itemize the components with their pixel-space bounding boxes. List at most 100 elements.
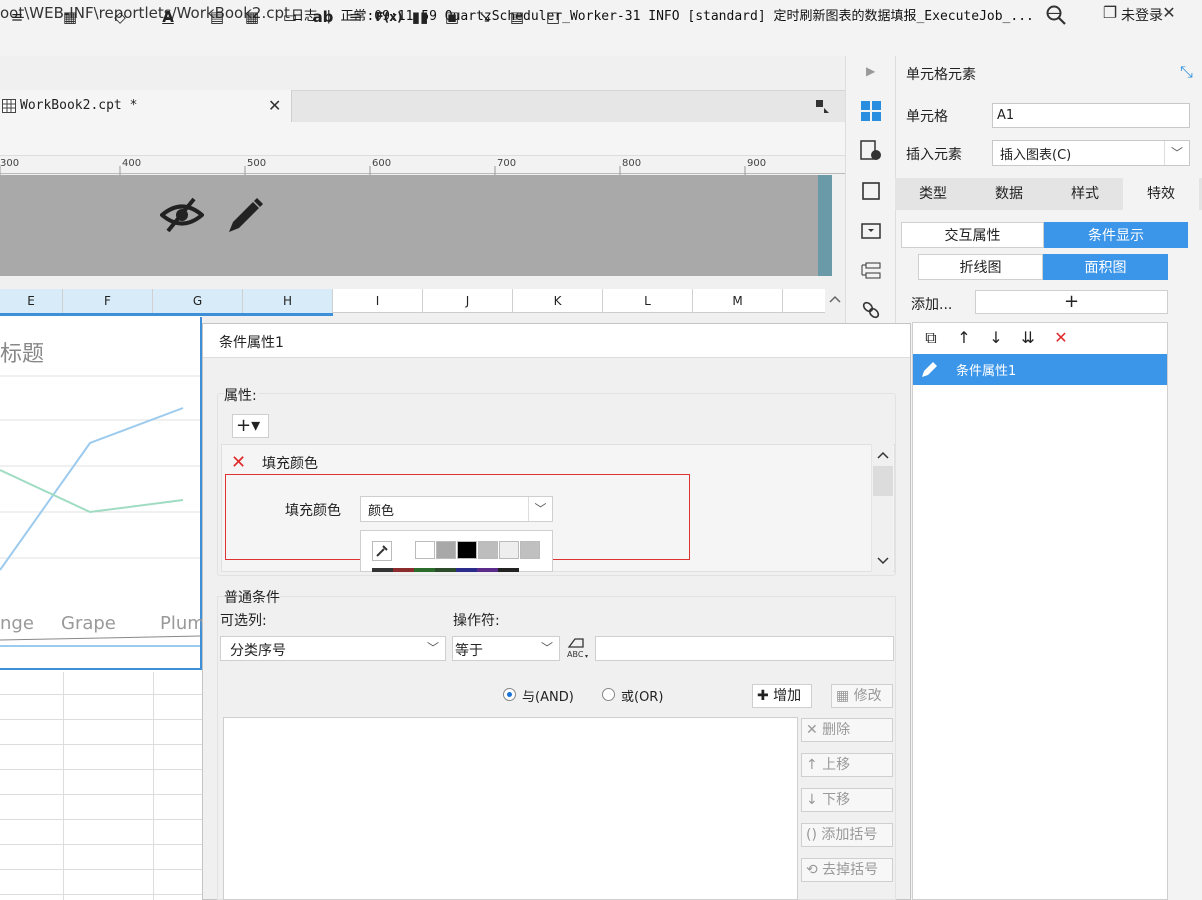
chevron-down-icon[interactable]: ﹀	[1164, 141, 1189, 165]
scroll-up-icon[interactable]	[825, 289, 845, 309]
sort-down-icon[interactable]: ⇊	[1018, 328, 1038, 348]
eye-off-icon[interactable]	[160, 196, 204, 234]
column-header-g[interactable]: G	[153, 289, 243, 313]
grid-row-line	[0, 719, 202, 720]
border-icon[interactable]: ▦	[50, 6, 90, 28]
move-down-button[interactable]: ↓ 下移	[801, 788, 893, 812]
remove-attribute-icon[interactable]: ✕	[231, 452, 246, 473]
align-icon[interactable]: ≡	[0, 6, 34, 28]
value-type-icon[interactable]: ABC	[565, 635, 591, 661]
link-icon[interactable]	[860, 298, 882, 320]
eyedropper-icon[interactable]	[372, 541, 392, 561]
subtab-condition-display[interactable]: 条件显示	[1044, 222, 1188, 248]
workbook-icon	[2, 99, 16, 113]
column-header-m[interactable]: M	[693, 289, 783, 313]
ruler-ticks	[0, 166, 746, 175]
delete-button[interactable]: ✕ 删除	[801, 718, 893, 742]
search-icon[interactable]	[1045, 4, 1067, 26]
tab-menu-icon[interactable]	[814, 98, 830, 114]
condition-expression-area[interactable]	[223, 717, 798, 900]
or-label[interactable]: 或(OR)	[621, 686, 663, 705]
column-header-i[interactable]: I	[333, 289, 423, 313]
list-item[interactable]	[913, 354, 1167, 385]
grid-row-line	[0, 844, 202, 845]
cell-border-icon[interactable]: □	[538, 6, 568, 28]
table-icon[interactable]: ▦	[240, 6, 264, 28]
text-icon[interactable]: ab	[310, 6, 336, 28]
chevron-down-icon[interactable]: ﹀	[421, 637, 445, 660]
chevron-down-icon[interactable]: ﹀	[528, 497, 552, 521]
scroll-arrows-icon[interactable]	[872, 444, 894, 572]
tab-style[interactable]: 样式	[1047, 178, 1123, 210]
report-header-area	[0, 175, 832, 276]
arrow-down-icon[interactable]: ↓	[986, 328, 1006, 348]
formula-icon[interactable]: F(x)	[374, 6, 404, 28]
font-color-icon[interactable]: A	[148, 6, 188, 28]
condition-value-input[interactable]	[595, 636, 894, 661]
merge-cells-icon[interactable]: ▤	[205, 6, 229, 28]
tab-area-chart[interactable]: 面积图	[1043, 254, 1168, 280]
attribute-scrollbar[interactable]	[871, 444, 893, 572]
widget-icon[interactable]	[860, 220, 882, 242]
color-swatch-light-gray[interactable]	[478, 541, 498, 559]
delete-icon[interactable]: ✕	[1051, 328, 1071, 348]
grid-row-line	[0, 769, 202, 770]
color-swatch-gray[interactable]	[436, 541, 456, 559]
grid-col-line	[63, 672, 64, 900]
add-condition-button[interactable]: +	[975, 290, 1168, 314]
list-item-label: 条件属性1	[956, 364, 1017, 379]
modify-button[interactable]: ▦ 修改	[831, 684, 893, 708]
column-header-f[interactable]: F	[63, 289, 153, 313]
color-swatch-lighter-gray[interactable]	[499, 541, 519, 559]
tab-data[interactable]: 数据	[971, 178, 1047, 210]
chevron-down-icon[interactable]: ﹀	[535, 637, 559, 660]
dock-arrow-icon[interactable]: ⤡	[1180, 62, 1193, 82]
chart-icon[interactable]: ▮▮	[408, 6, 432, 28]
column-header-k[interactable]: K	[513, 289, 603, 313]
add-bracket-button[interactable]: () 添加括号	[801, 823, 893, 847]
document-tab[interactable]: WorkBook2.cpt * ✕	[0, 90, 292, 122]
column-header-j[interactable]: J	[423, 289, 513, 313]
attribute-group-label: 属性:	[224, 385, 259, 405]
textbox-icon[interactable]: ▭	[278, 6, 302, 28]
color-swatch-black[interactable]	[457, 541, 477, 559]
tab-effects[interactable]: 特效	[1123, 178, 1199, 210]
add-button[interactable]: ✚ 增加	[752, 684, 812, 708]
column-header-l[interactable]: L	[603, 289, 693, 313]
copy-icon[interactable]: ⧉	[921, 328, 941, 348]
and-label[interactable]: 与(AND)	[522, 686, 574, 705]
tab-line-chart[interactable]: 折线图	[918, 254, 1043, 280]
tab-close-button[interactable]: ✕	[268, 96, 281, 115]
subtab-interaction[interactable]: 交互属性	[901, 222, 1044, 248]
frame-icon[interactable]	[860, 180, 882, 202]
move-up-button[interactable]: ↑ 上移	[801, 753, 893, 777]
grid-row-line	[0, 794, 202, 795]
tab-type[interactable]: 类型	[895, 178, 971, 210]
sub-report-icon[interactable]: ▤	[505, 6, 529, 28]
paragraph-icon[interactable]: ≡	[343, 6, 367, 28]
color-swatch-silver[interactable]	[520, 541, 540, 559]
column-header-h[interactable]: H	[243, 289, 333, 313]
pencil-icon[interactable]	[225, 196, 265, 236]
hierarchy-icon[interactable]	[860, 260, 882, 282]
cell-field[interactable]: A1	[992, 103, 1190, 128]
chart-title[interactable]: 标题	[0, 336, 44, 368]
fill-bucket-icon[interactable]: ◇	[100, 6, 140, 28]
cell-element-icon[interactable]	[860, 100, 882, 122]
arrow-up-icon[interactable]: ↑	[954, 328, 974, 348]
or-radio[interactable]	[602, 688, 615, 701]
remove-bracket-button[interactable]: ⟲ 去掉括号	[801, 858, 893, 882]
chart-x-label: nge	[0, 613, 34, 634]
add-attribute-menu[interactable]: +▾	[232, 414, 269, 438]
cell-attribute-icon[interactable]	[860, 140, 882, 162]
grid-col-line	[153, 672, 154, 900]
color-swatch-white[interactable]	[415, 541, 435, 559]
collapse-arrow-icon[interactable]: ▶	[866, 64, 875, 78]
login-link[interactable]: 未登录	[1121, 5, 1163, 25]
image-icon[interactable]: ▣	[440, 6, 464, 28]
column-header-e[interactable]: E	[0, 289, 63, 313]
and-radio[interactable]	[503, 688, 516, 701]
grid-row-line	[0, 694, 202, 695]
slash-icon[interactable]: ↘	[473, 6, 497, 28]
edit-pencil-icon[interactable]	[919, 360, 939, 380]
